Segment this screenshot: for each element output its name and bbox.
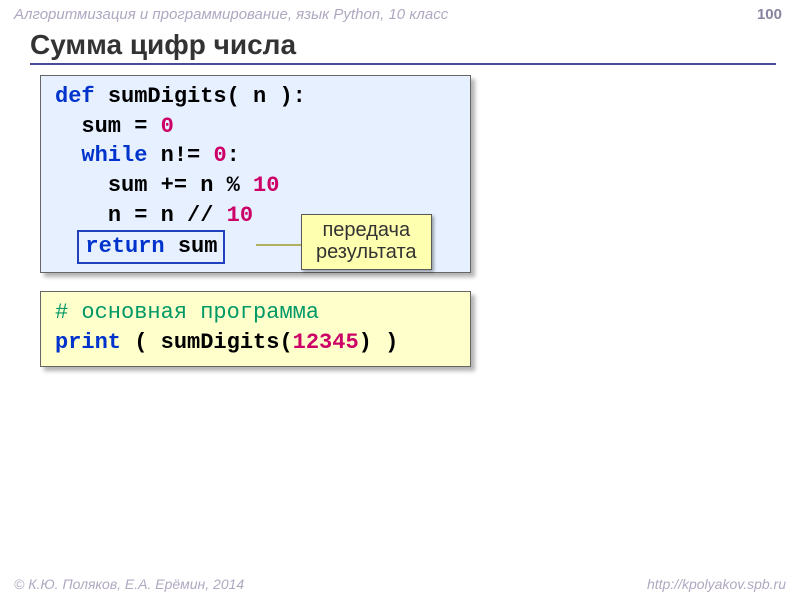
callout-text: результата: [316, 241, 417, 263]
colon: :: [227, 143, 240, 168]
kw-return: return: [85, 234, 164, 259]
literal-zero: 0: [161, 114, 174, 139]
callout-box: передача результата: [301, 214, 432, 270]
comment-text: основная программа: [81, 300, 319, 325]
footer-url: http://kpolyakov.spb.ru: [647, 576, 786, 592]
return-highlight: return sum: [77, 230, 225, 264]
slide-header: Алгоритмизация и программирование, язык …: [0, 0, 800, 27]
literal-ten: 10: [227, 203, 253, 228]
kw-print: print: [55, 330, 121, 355]
call-close: ) ): [359, 330, 399, 355]
code-text: sum += n %: [108, 173, 240, 198]
literal-zero: 0: [213, 143, 226, 168]
course-title: Алгоритмизация и программирование, язык …: [14, 6, 448, 23]
literal-ten: 10: [253, 173, 279, 198]
callout-text: передача: [316, 219, 417, 241]
code-text: n = n //: [108, 203, 214, 228]
kw-def: def: [55, 84, 95, 109]
func-signature: sumDigits( n ):: [108, 84, 306, 109]
slide-footer: © К.Ю. Поляков, Е.А. Ерёмин, 2014 http:/…: [0, 576, 800, 596]
code-main: # основная программа print ( sumDigits(1…: [40, 291, 471, 366]
ret-var: sum: [178, 234, 218, 259]
copyright: © К.Ю. Поляков, Е.А. Ерёмин, 2014: [14, 576, 244, 592]
kw-while: while: [81, 143, 147, 168]
call-open: ( sumDigits(: [134, 330, 292, 355]
slide-title: Сумма цифр числа: [30, 29, 776, 65]
cond-text: n!=: [161, 143, 201, 168]
page-number: 100: [757, 6, 782, 23]
hash: #: [55, 300, 68, 325]
code-function: def sumDigits( n ): sum = 0 while n!= 0:…: [40, 75, 471, 273]
code-text: sum =: [81, 114, 147, 139]
callout-connector: [256, 244, 306, 246]
arg-number: 12345: [293, 330, 359, 355]
